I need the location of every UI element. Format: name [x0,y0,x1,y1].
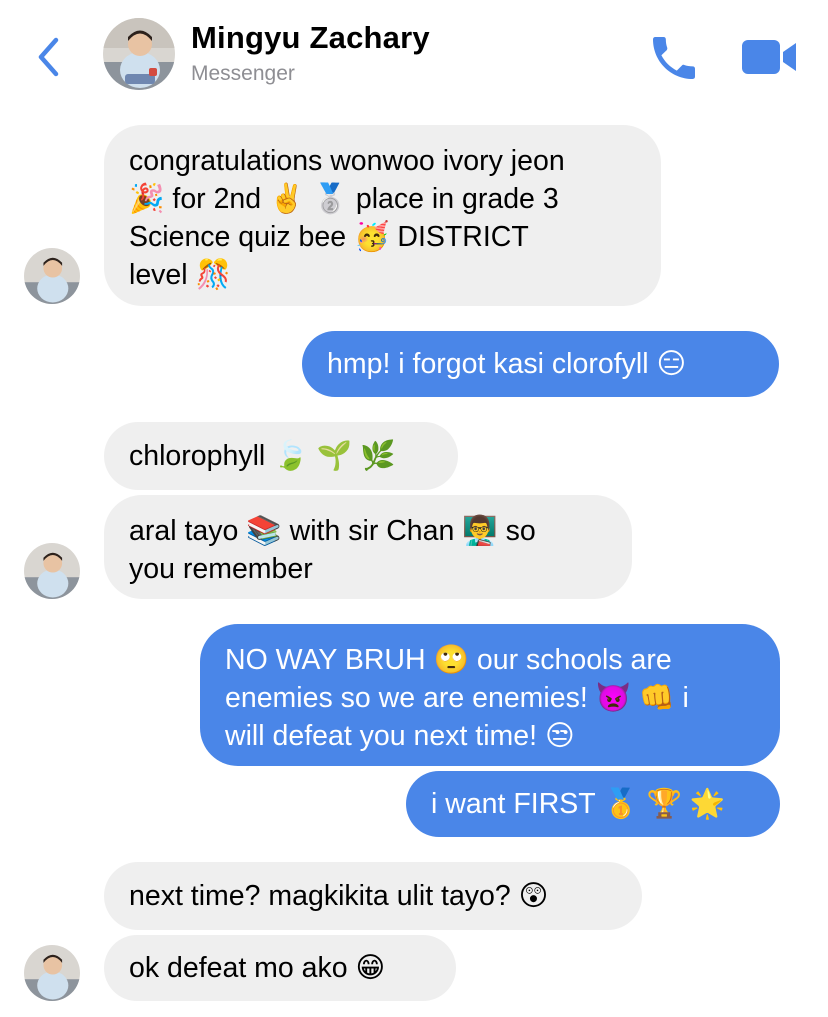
chat-header: Mingyu Zachary Messenger [0,0,828,110]
child-photo [24,543,80,599]
contact-subtitle: Messenger [191,62,295,85]
contact-avatar-small[interactable] [24,248,80,304]
contact-avatar-small[interactable] [24,945,80,1001]
child-photo [103,18,175,90]
message-incoming[interactable]: aral tayo 📚 with sir Chan 👨‍🏫 so you rem… [104,495,632,599]
message-outgoing[interactable]: NO WAY BRUH 🙄 our schools are enemies so… [200,624,780,766]
back-button[interactable] [30,32,70,82]
contact-avatar-small[interactable] [24,543,80,599]
child-photo [24,248,80,304]
message-incoming[interactable]: ok defeat mo ako 😁 [104,935,456,1001]
chevron-left-icon [38,37,59,77]
video-camera-icon [742,40,796,74]
contact-avatar[interactable] [103,18,175,90]
message-outgoing[interactable]: hmp! i forgot kasi clorofyll 😑 [302,331,779,397]
phone-icon [653,37,695,79]
message-outgoing[interactable]: i want FIRST 🥇 🏆 🌟 [406,771,780,837]
contact-name[interactable]: Mingyu Zachary [191,20,430,56]
message-incoming[interactable]: chlorophyll 🍃 🌱 🌿 [104,422,458,490]
message-incoming[interactable]: next time? magkikita ulit tayo? 😲 [104,862,642,930]
video-call-button[interactable] [740,36,800,78]
message-incoming[interactable]: congratulations wonwoo ivory jeon 🎉 for … [104,125,661,306]
child-photo [24,945,80,1001]
call-button[interactable] [646,30,702,86]
